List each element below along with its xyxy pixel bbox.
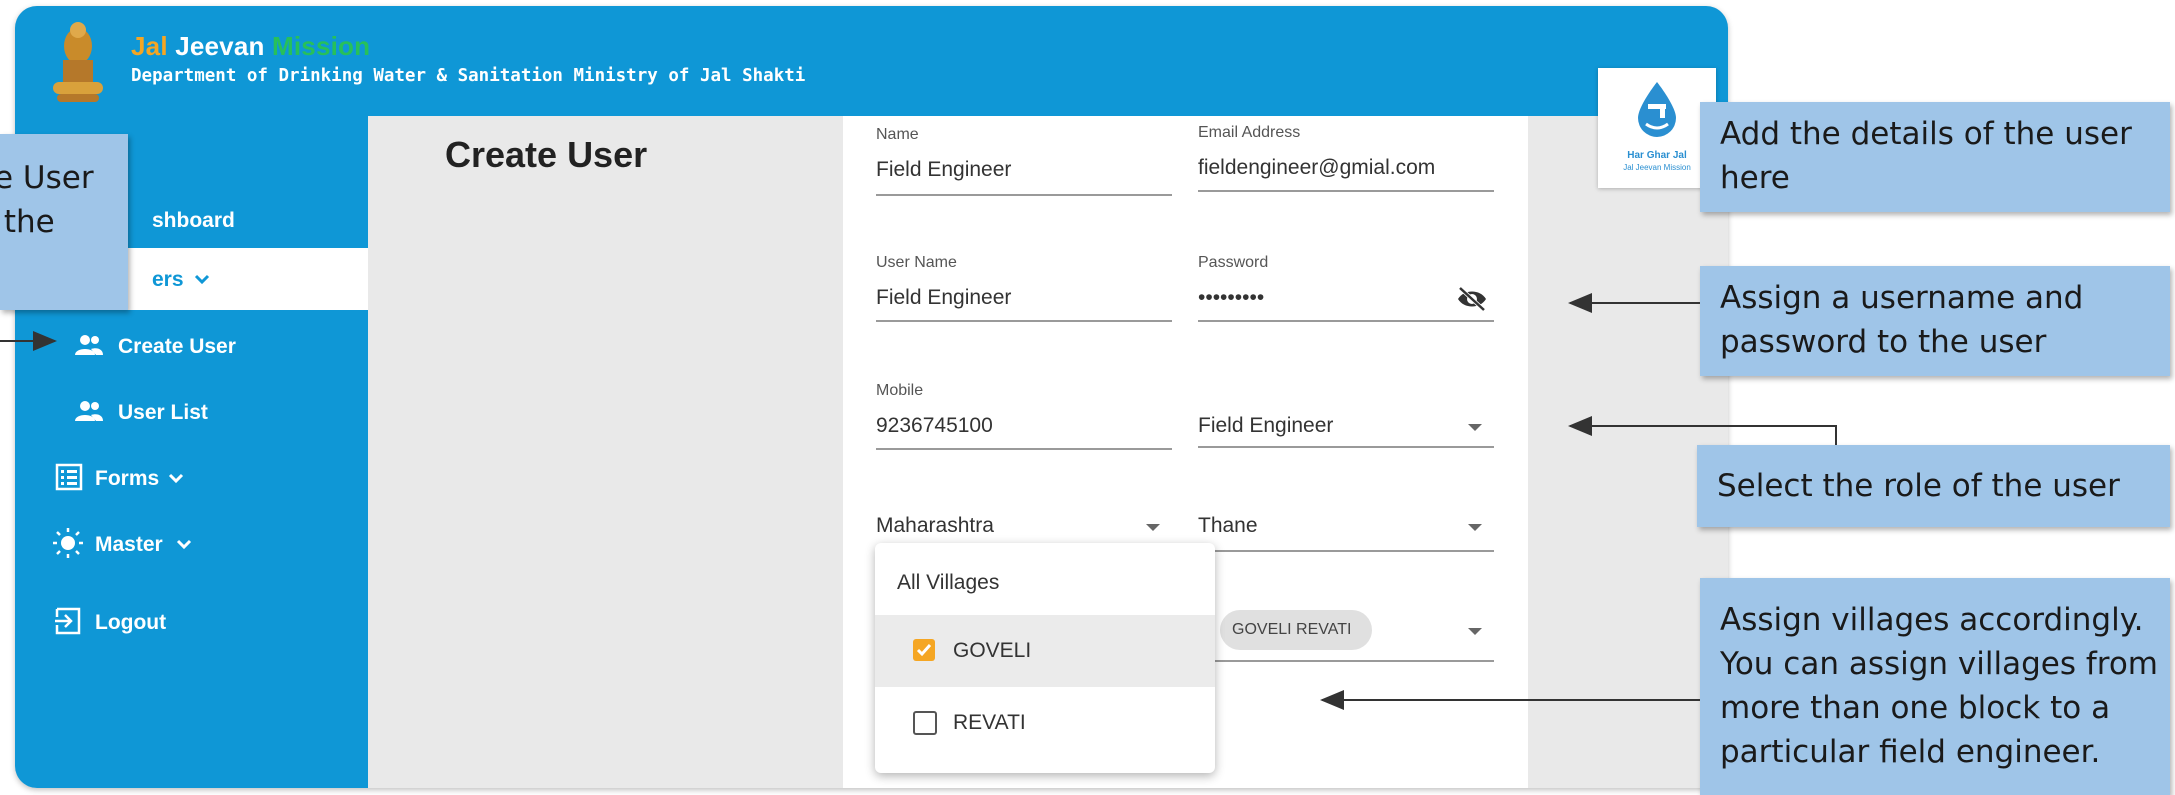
annotation-arrows [0, 293, 1837, 710]
arrow-role [1568, 416, 1837, 445]
